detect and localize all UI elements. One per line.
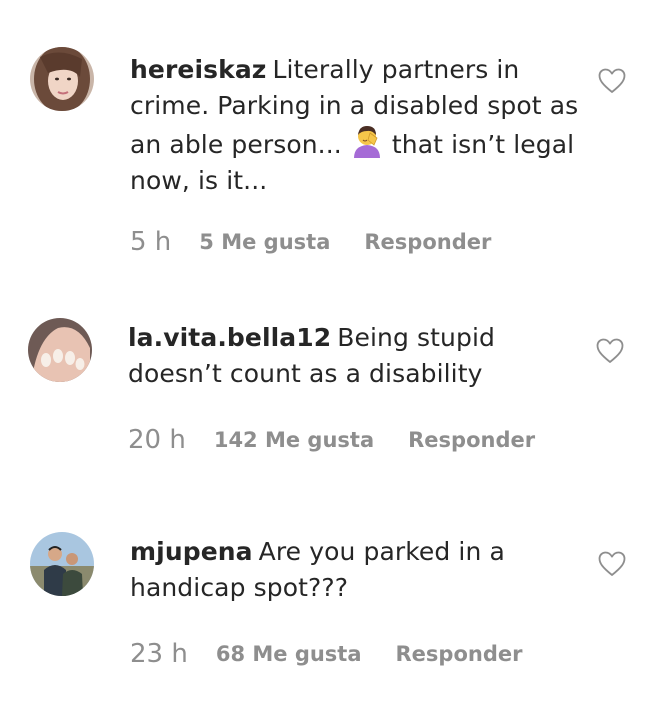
heart-outline-icon[interactable]	[598, 551, 626, 577]
heart-outline-icon[interactable]	[598, 68, 626, 94]
avatar[interactable]	[28, 318, 92, 382]
comment-username[interactable]: mjupena	[130, 537, 253, 566]
comment-likes[interactable]: 68 Me gusta	[216, 642, 362, 666]
comment-username[interactable]: la.vita.bella12	[128, 323, 331, 352]
comment-3: mjupena Are you parked in a handicap spot…	[0, 490, 664, 720]
comment-2: la.vita.bella12 Being stupid doesn’t coun…	[0, 290, 664, 490]
avatar[interactable]	[30, 47, 94, 111]
comment-text: mjupena Are you parked in a handicap spot…	[130, 534, 580, 606]
comment-1: hereiskaz Literally partners in crime. Pa…	[0, 0, 664, 290]
comment-text: hereiskaz Literally partners in crime. Pa…	[130, 52, 580, 199]
reply-button[interactable]: Responder	[408, 428, 535, 452]
comment-meta: 23 h 68 Me gusta Responder	[130, 636, 522, 672]
comment-likes[interactable]: 142 Me gusta	[214, 428, 374, 452]
comment-time[interactable]: 20 h	[128, 425, 186, 455]
avatar[interactable]	[30, 532, 94, 596]
comment-meta: 5 h 5 Me gusta Responder	[130, 224, 491, 260]
heart-outline-icon[interactable]	[596, 338, 624, 364]
reply-button[interactable]: Responder	[364, 230, 491, 254]
comment-time[interactable]: 5 h	[130, 227, 171, 257]
comment-text: la.vita.bella12 Being stupid doesn’t coun…	[128, 320, 583, 392]
comment-meta: 20 h 142 Me gusta Responder	[128, 422, 535, 458]
comment-likes[interactable]: 5 Me gusta	[199, 230, 330, 254]
comment-time[interactable]: 23 h	[130, 639, 188, 669]
comment-username[interactable]: hereiskaz	[130, 55, 266, 84]
reply-button[interactable]: Responder	[396, 642, 523, 666]
person-facepalming-emoji-icon	[350, 124, 384, 158]
